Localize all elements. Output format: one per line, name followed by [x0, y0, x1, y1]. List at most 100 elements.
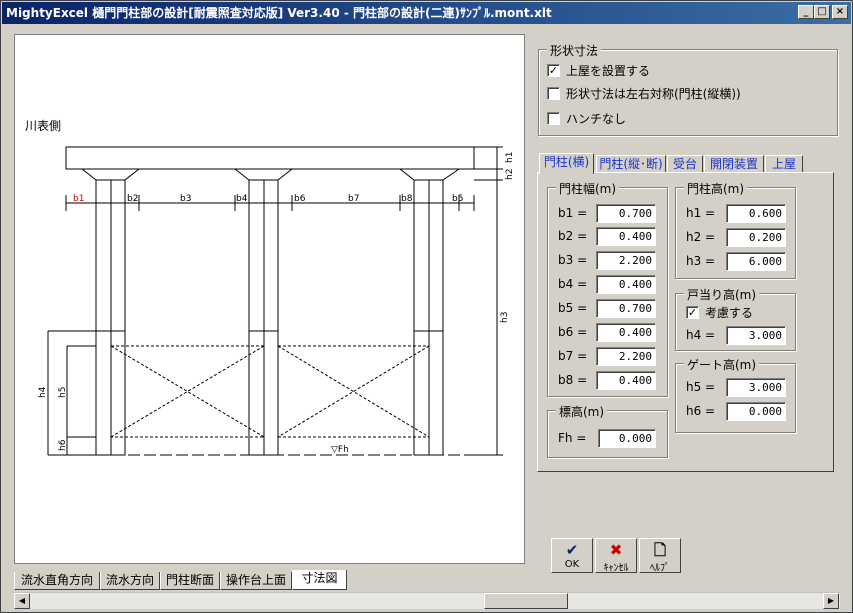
- sheet-tab-flow-direction[interactable]: 流水方向: [100, 572, 160, 590]
- elevation-title: 標高(m): [556, 403, 608, 420]
- superstructure-checkbox[interactable]: ✓ 上屋を設置する: [547, 62, 650, 78]
- b4-input[interactable]: 0.400: [596, 274, 656, 294]
- dim-h3-label: h3: [500, 312, 510, 323]
- b1-field: b1 = 0.700: [558, 203, 656, 223]
- close-button[interactable]: ×: [832, 5, 848, 19]
- checkbox-unchecked-icon: [547, 86, 560, 100]
- cancel-button[interactable]: ✖ ｷｬﾝｾﾙ: [595, 538, 637, 574]
- consider-checkbox[interactable]: ✓ 考慮する: [686, 304, 753, 320]
- checkbox-unchecked-icon: [547, 111, 560, 125]
- field-label: b8 =: [558, 373, 588, 387]
- field-label: Fh =: [558, 431, 587, 445]
- sheet-tab-dimension-drawing[interactable]: 寸法図: [292, 570, 347, 590]
- b5-field: b5 = 0.700: [558, 298, 656, 318]
- dim-b8-label: b8: [401, 194, 413, 204]
- field-label: b6 =: [558, 325, 588, 339]
- h4-field: h4 = 3.000: [686, 325, 786, 345]
- h6-input[interactable]: 0.000: [726, 401, 786, 421]
- sheet-tab-perpendicular[interactable]: 流水直角方向: [14, 572, 100, 590]
- b2-field: b2 = 0.400: [558, 226, 656, 246]
- checkbox-label: 形状寸法は左右対称(門柱(縦横)): [566, 86, 741, 101]
- column-height-group: 門柱高(m) h1 = 0.600 h2 = 0.200 h3 = 6.000: [675, 180, 796, 279]
- field-label: h4 =: [686, 328, 716, 342]
- checkbox-label: 考慮する: [705, 305, 754, 320]
- maximize-button[interactable]: □: [814, 5, 830, 19]
- sheet-tab-column-section[interactable]: 門柱断面: [160, 572, 220, 590]
- dim-h1-label: h1: [505, 152, 515, 163]
- field-label: b2 =: [558, 229, 588, 243]
- elevation-group: 標高(m) Fh = 0.000: [547, 403, 668, 458]
- b5-input[interactable]: 0.700: [596, 298, 656, 318]
- gate-height-group: ゲート高(m) h5 = 3.000 h6 = 0.000: [675, 356, 796, 433]
- checkbox-label: ハンチなし: [566, 111, 627, 126]
- column-width-group: 門柱幅(m) b1 = 0.700 b2 = 0.400 b3 = 2.200 b4 …: [547, 180, 668, 397]
- field-label: h3 =: [686, 254, 716, 268]
- haunch-left: [81, 168, 140, 181]
- b3-input[interactable]: 2.200: [596, 250, 656, 270]
- fh-input[interactable]: 0.000: [598, 428, 656, 448]
- minimize-button[interactable]: _: [798, 5, 814, 19]
- dim-b7-label: b7: [348, 194, 359, 204]
- b4-field: b4 = 0.400: [558, 274, 656, 294]
- dimension-drawing: b1 b2 b3 b4 b6 b7 b8 b5 h1 h2 h3 h4 h5 h…: [25, 119, 515, 456]
- h2-input[interactable]: 0.200: [726, 227, 786, 247]
- b3-field: b3 = 2.200: [558, 250, 656, 270]
- haunch-middle: [234, 168, 293, 181]
- ok-button[interactable]: ✔ OK: [551, 538, 593, 573]
- dim-h2-label: h2: [505, 169, 515, 180]
- window-title: MightyExcel 樋門門柱部の設計[耐震照査対応版] Ver3.40 - …: [6, 6, 552, 20]
- door-stop-title: 戸当り高(m): [684, 286, 760, 303]
- h6-field: h6 = 0.000: [686, 401, 786, 421]
- horizontal-scrollbar[interactable]: ◀ ▶: [14, 592, 840, 609]
- no-haunch-checkbox[interactable]: ハンチなし: [547, 110, 626, 126]
- dim-h5-label: h5: [58, 387, 68, 398]
- dim-b6-label: b6: [294, 194, 306, 204]
- title-bar: MightyExcel 樋門門柱部の設計[耐震照査対応版] Ver3.40 - …: [2, 2, 851, 24]
- b7-field: b7 = 2.200: [558, 346, 656, 366]
- field-label: b3 =: [558, 253, 588, 267]
- dim-h6-label: h6: [58, 439, 68, 451]
- tab-hoist[interactable]: 開閉装置: [704, 155, 764, 173]
- scroll-left-icon[interactable]: ◀: [14, 593, 30, 609]
- h5-field: h5 = 3.000: [686, 377, 786, 397]
- b8-input[interactable]: 0.400: [596, 370, 656, 390]
- dim-b5-label: b5: [452, 194, 463, 204]
- field-label: b5 =: [558, 301, 588, 315]
- shape-options-title: 形状寸法: [547, 42, 602, 59]
- dim-h4-label: h4: [38, 386, 48, 398]
- fh-field: Fh = 0.000: [558, 428, 656, 448]
- help-label: ﾍﾙﾌﾟ: [650, 563, 670, 574]
- field-label: b4 =: [558, 277, 588, 291]
- top-slab: [65, 146, 475, 170]
- door-stop-height-group: 戸当り高(m) ✓ 考慮する h4 = 3.000: [675, 286, 796, 351]
- scroll-thumb[interactable]: [484, 593, 568, 609]
- tab-column-horizontal[interactable]: 門柱(横): [539, 153, 594, 174]
- cross-icon: ✖: [609, 541, 623, 559]
- b7-input[interactable]: 2.200: [596, 346, 656, 366]
- app-window: MightyExcel 樋門門柱部の設計[耐震照査対応版] Ver3.40 - …: [0, 0, 853, 613]
- ok-label: OK: [564, 559, 580, 570]
- help-button[interactable]: 🗋 ﾍﾙﾌﾟ: [639, 538, 681, 574]
- h5-input[interactable]: 3.000: [726, 377, 786, 397]
- tab-column-vertical[interactable]: 門柱(縦･断): [596, 155, 666, 173]
- side-label: 川表側: [25, 119, 61, 133]
- b1-input[interactable]: 0.700: [596, 203, 656, 223]
- b6-input[interactable]: 0.400: [596, 322, 656, 342]
- b2-input[interactable]: 0.400: [596, 226, 656, 246]
- shape-options-group: 形状寸法 ✓ 上屋を設置する 形状寸法は左右対称(門柱(縦横)) ハンチなし: [538, 42, 838, 136]
- check-icon: ✔: [565, 541, 579, 559]
- h3-input[interactable]: 6.000: [726, 251, 786, 271]
- h1-input[interactable]: 0.600: [726, 203, 786, 223]
- field-label: h2 =: [686, 230, 716, 244]
- sheet-tab-deck-top[interactable]: 操作台上面: [220, 572, 292, 590]
- field-label: b1 =: [558, 206, 588, 220]
- dim-b3-label: b3: [180, 194, 191, 204]
- tab-superstructure[interactable]: 上屋: [765, 155, 803, 173]
- dim-b4-label: b4: [236, 194, 248, 204]
- symmetric-checkbox[interactable]: 形状寸法は左右対称(門柱(縦横)): [547, 85, 741, 101]
- scroll-right-icon[interactable]: ▶: [823, 593, 839, 609]
- haunch-right: [399, 168, 460, 181]
- h4-input[interactable]: 3.000: [726, 325, 786, 345]
- dimension-drawing-canvas: b1 b2 b3 b4 b6 b7 b8 b5 h1 h2 h3 h4 h5 h…: [14, 34, 525, 564]
- tab-bearing[interactable]: 受台: [667, 155, 703, 173]
